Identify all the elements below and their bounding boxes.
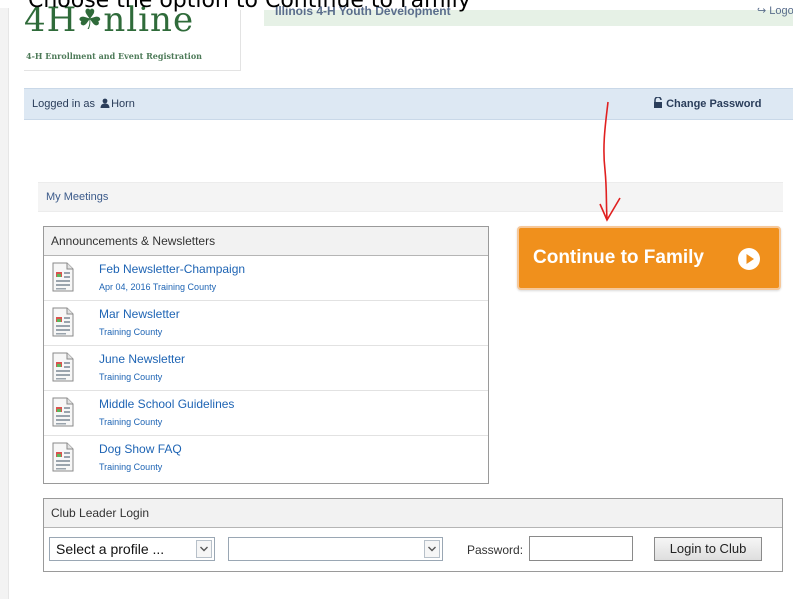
continue-to-family-label: Continue to Family (533, 247, 704, 268)
my-meetings-label[interactable]: My Meetings (46, 191, 108, 203)
continue-to-family-button[interactable]: Continue to Family (517, 226, 781, 290)
user-name: Horn (111, 98, 135, 110)
announcement-subtitle: Training County (99, 462, 163, 472)
announcement-item[interactable]: Feb Newsletter-Champaign Apr 04, 2016 Tra… (44, 256, 488, 301)
announcements-title: Announcements & Newsletters (44, 227, 488, 256)
club-leader-login-title: Club Leader Login (44, 499, 782, 528)
announcement-title-link[interactable]: Feb Newsletter-Champaign (99, 262, 245, 276)
announcement-title-link[interactable]: Middle School Guidelines (99, 397, 234, 411)
annotation-arrow (599, 101, 621, 222)
announcement-title-link[interactable]: June Newsletter (99, 352, 185, 366)
password-input[interactable] (529, 536, 633, 561)
login-to-club-button[interactable]: Login to Club (654, 537, 762, 561)
announcement-subtitle: Training County (99, 417, 163, 427)
announcement-item[interactable]: June Newsletter Training County (44, 346, 488, 391)
logged-in-status: Logged in as Horn (32, 97, 135, 110)
change-password-label: Change Password (666, 98, 762, 110)
announcement-item[interactable]: Dog Show FAQ Training County (44, 436, 488, 480)
page-left-edge (0, 8, 9, 599)
profile-select-value: Select a profile ... (56, 541, 165, 557)
logout-icon: ↪ (757, 5, 767, 17)
password-label: Password: (467, 543, 524, 557)
user-icon (100, 98, 110, 108)
announcements-panel: Announcements & Newsletters Feb Newslett… (43, 226, 489, 484)
document-icon (52, 442, 74, 472)
session-bar: Logged in as Horn Change Password (24, 88, 793, 120)
play-circle-icon (738, 248, 760, 270)
my-meetings-section: My Meetings (38, 182, 783, 212)
announcement-title-link[interactable]: Dog Show FAQ (99, 442, 182, 456)
document-icon (52, 352, 74, 382)
profile-select[interactable]: Select a profile ... (49, 537, 215, 561)
announcement-subtitle: Training County (99, 372, 163, 382)
announcement-subtitle: Apr 04, 2016 Training County (99, 282, 217, 292)
change-password-link[interactable]: Change Password (653, 96, 762, 110)
club-leader-login-panel: Club Leader Login Select a profile ... P… (43, 498, 783, 572)
logged-in-prefix: Logged in as (32, 98, 95, 110)
logo-subtitle: 4-H Enrollment and Event Registration (26, 51, 202, 61)
announcement-title-link[interactable]: Mar Newsletter (99, 307, 180, 321)
club-select[interactable] (228, 537, 443, 561)
document-icon (52, 262, 74, 292)
instruction-caption: Choose the option to Continue to Family (28, 0, 471, 13)
unlock-icon (654, 96, 662, 108)
chevron-down-icon (196, 540, 212, 558)
announcement-item[interactable]: Mar Newsletter Training County (44, 301, 488, 346)
logout-link[interactable]: ↪ Logout (757, 4, 793, 17)
logout-label: Logout (769, 5, 793, 17)
document-icon (52, 397, 74, 427)
document-icon (52, 307, 74, 337)
announcement-item[interactable]: Middle School Guidelines Training County (44, 391, 488, 436)
announcement-subtitle: Training County (99, 327, 163, 337)
chevron-down-icon (424, 540, 440, 558)
